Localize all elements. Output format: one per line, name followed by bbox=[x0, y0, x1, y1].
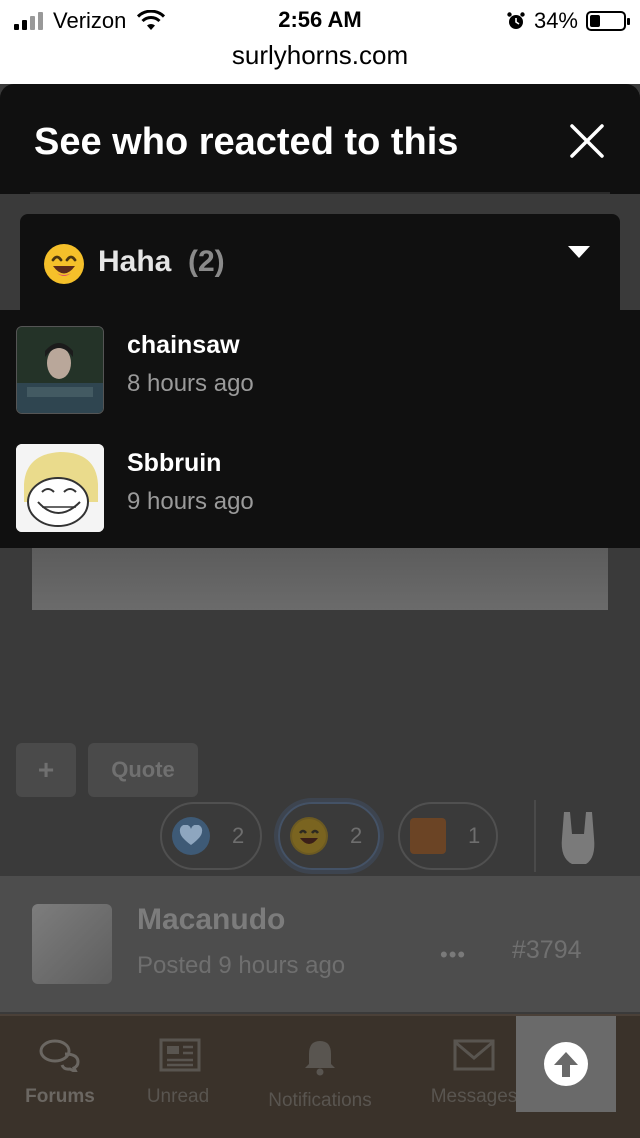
avatar[interactable] bbox=[16, 326, 104, 414]
tab-label: Unread bbox=[146, 1086, 210, 1107]
heart-icon bbox=[172, 817, 210, 855]
reaction-gritty-pill[interactable]: 1 bbox=[398, 802, 498, 870]
haha-icon bbox=[290, 817, 328, 855]
status-right: 34% bbox=[506, 8, 630, 34]
reaction-time: 9 hours ago bbox=[127, 488, 254, 515]
add-button[interactable]: + bbox=[16, 743, 76, 797]
reaction-count: 1 bbox=[468, 823, 481, 848]
envelope-icon bbox=[453, 1039, 495, 1071]
post-image bbox=[32, 540, 608, 610]
arrow-up-circle-icon bbox=[544, 1042, 588, 1086]
reactor-username[interactable]: Sbbruin bbox=[127, 449, 221, 478]
modal-title: See who reacted to this bbox=[34, 121, 459, 163]
chat-bubbles-icon bbox=[39, 1039, 80, 1072]
url-bar[interactable]: surlyhorns.com bbox=[0, 40, 640, 71]
tab-notifications[interactable]: Notifications bbox=[256, 1020, 384, 1112]
reactor-username[interactable]: chainsaw bbox=[127, 331, 240, 360]
battery-icon bbox=[586, 11, 630, 31]
avatar[interactable] bbox=[16, 444, 104, 532]
reaction-time: 8 hours ago bbox=[127, 370, 254, 397]
tab-label: Notifications bbox=[268, 1090, 372, 1111]
divider bbox=[534, 800, 536, 872]
reaction-count: 2 bbox=[350, 823, 363, 848]
tab-forums[interactable]: Forums bbox=[0, 1020, 120, 1108]
divider bbox=[30, 192, 610, 194]
reaction-name: Haha bbox=[98, 245, 172, 278]
reaction-total: (2) bbox=[188, 245, 225, 278]
reaction-count: 2 bbox=[232, 823, 245, 848]
alarm-icon bbox=[507, 12, 525, 29]
avatar[interactable] bbox=[32, 904, 112, 984]
post-number[interactable]: #3794 bbox=[512, 936, 582, 965]
quote-button[interactable]: Quote bbox=[88, 743, 198, 797]
battery-percent: 34% bbox=[533, 8, 578, 33]
more-options-button[interactable]: ••• bbox=[440, 942, 466, 968]
tab-label: Forums bbox=[25, 1086, 95, 1107]
scroll-to-top-button[interactable] bbox=[516, 1016, 616, 1112]
post-author[interactable]: Macanudo bbox=[137, 903, 285, 937]
chevron-down-icon[interactable] bbox=[568, 246, 590, 258]
tab-label: Messages bbox=[430, 1086, 518, 1107]
reaction-haha-pill[interactable]: 2 bbox=[278, 802, 380, 870]
bell-icon bbox=[305, 1041, 335, 1076]
newspaper-icon bbox=[159, 1038, 201, 1072]
avatar-image bbox=[17, 327, 103, 413]
haha-icon bbox=[44, 244, 84, 284]
status-bar: Verizon 2:56 AM 34% surlyhorns.com bbox=[0, 0, 640, 84]
horns-react-icon[interactable] bbox=[556, 808, 600, 868]
avatar-image bbox=[16, 444, 104, 532]
reaction-heart-pill[interactable]: 2 bbox=[160, 802, 262, 870]
tab-unread[interactable]: Unread bbox=[118, 1020, 238, 1108]
gritty-icon bbox=[410, 818, 446, 854]
post-timestamp[interactable]: Posted 9 hours ago bbox=[137, 952, 345, 980]
close-icon[interactable] bbox=[566, 120, 608, 162]
